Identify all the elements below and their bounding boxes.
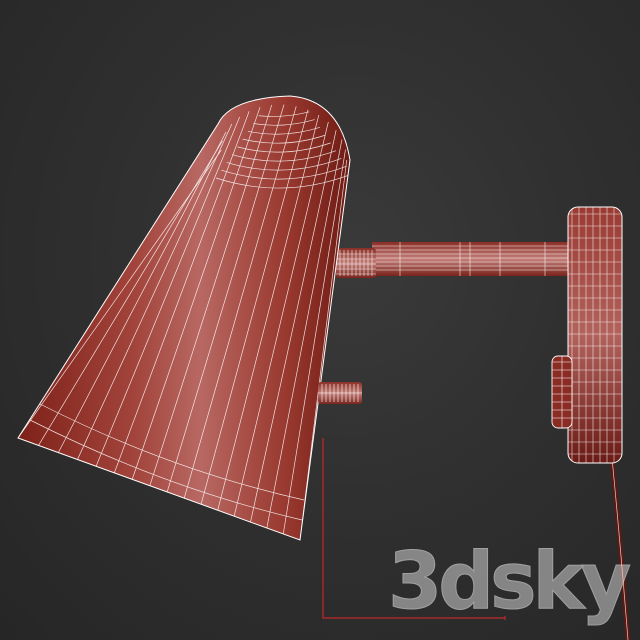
connector [336,248,376,278]
shade-knob [318,382,362,404]
viewport: 3dsky [0,0,640,640]
scene-render: 3dsky [17,95,635,640]
lamp-shade [17,95,351,541]
lamp-arm [372,242,570,276]
wall-plate [567,206,623,464]
watermark-text: 3dsky [388,537,630,627]
watermark-logo: 3dsky [388,537,635,628]
switch [551,355,573,429]
